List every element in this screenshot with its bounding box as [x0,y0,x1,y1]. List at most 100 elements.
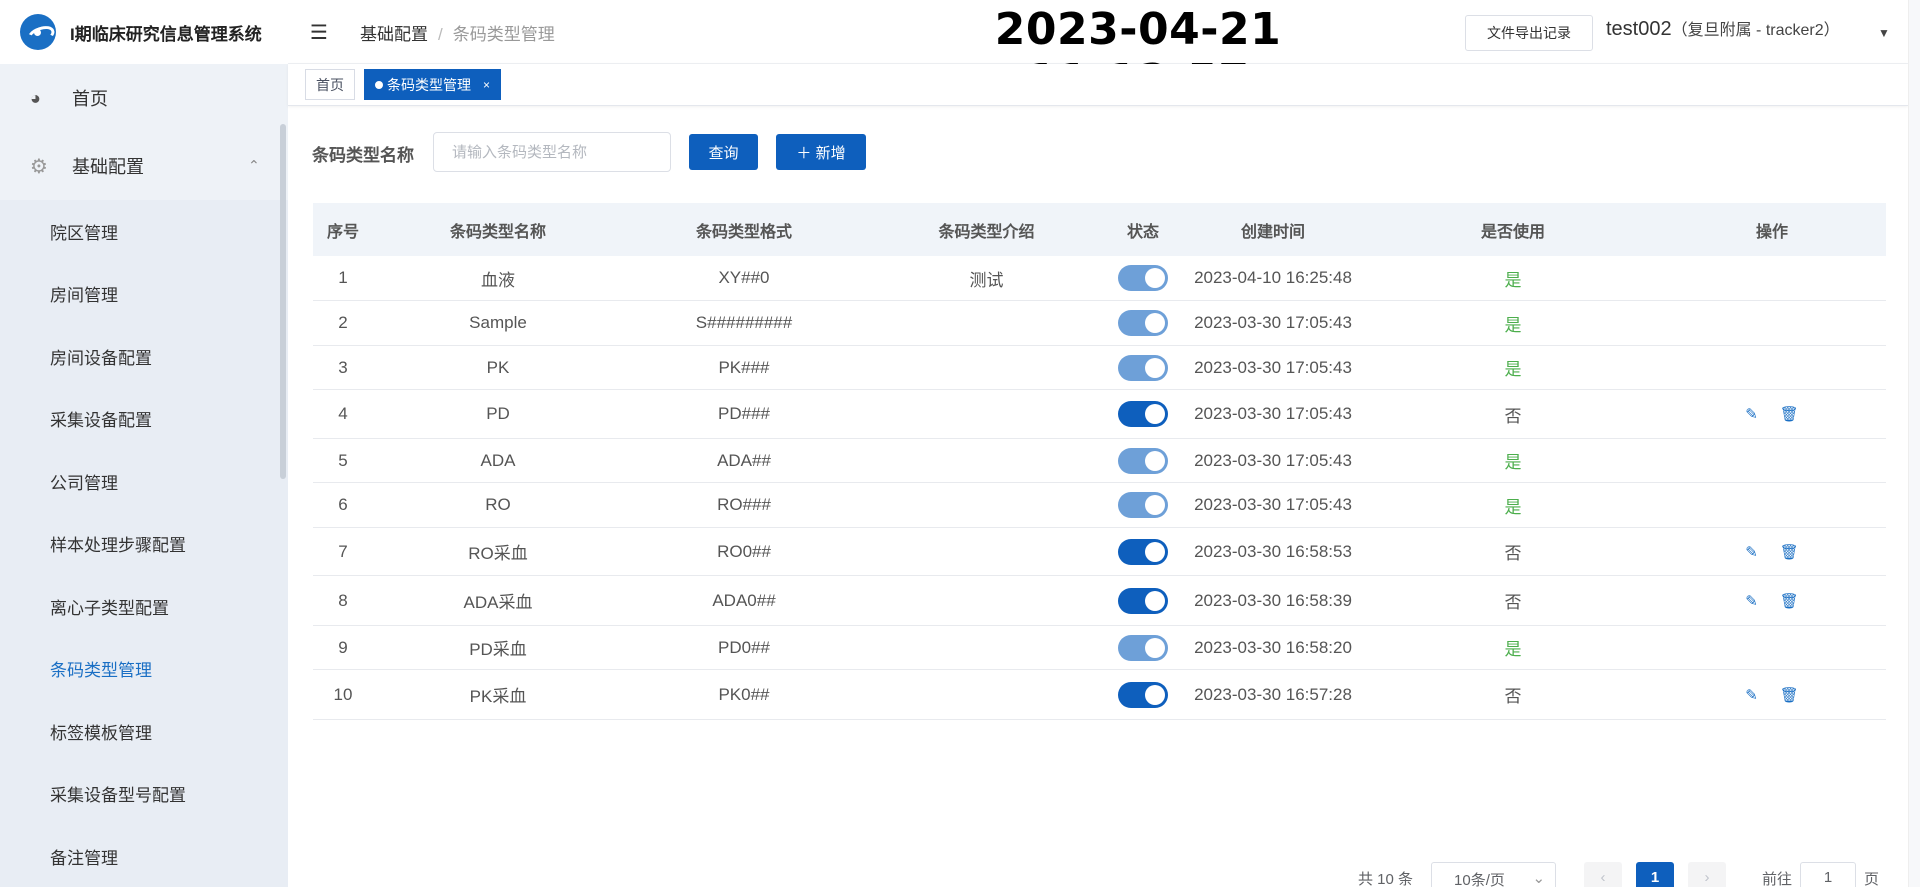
edit-icon[interactable]: ✎ [1745,592,1758,610]
status-toggle[interactable] [1118,587,1168,614]
status-toggle[interactable] [1118,401,1168,427]
status-toggle [1118,492,1168,518]
column-header: 条码类型名称 [449,223,546,241]
breadcrumb-separator: / [438,25,443,44]
active-dot-icon [375,80,383,89]
cell-format: PK0## [718,684,770,704]
filter-label: 条码类型名称 [312,146,414,165]
sidebar-item-label: 院区管理 [50,223,118,243]
breadcrumb-current: 条码类型管理 [452,25,555,44]
breadcrumb-parent[interactable]: 基础配置 [360,25,428,44]
goto-page-input[interactable]: 1 [1800,862,1857,887]
cell-used: 否 [1504,687,1522,706]
cell-created: 2023-03-30 16:57:28 [1194,684,1352,704]
cell-actions: ✎ 🗑 [1658,686,1886,704]
sidebar-item-device-model[interactable]: 采集设备型号配置 [0,763,288,826]
goto-suffix: 页 [1864,870,1880,887]
sidebar-item-home[interactable]: ◕ 首页 [0,64,288,132]
cell-status [1108,265,1178,291]
sidebar-item-label: 标签模板管理 [50,723,152,743]
sidebar-item-collect-device[interactable]: 采集设备配置 [0,388,288,451]
sidebar-item-centrifuge-type[interactable]: 离心子类型配置 [0,575,288,638]
toggle-knob [1145,541,1165,562]
cell-intro: 测试 [969,270,1004,290]
column-header: 是否使用 [1480,223,1545,241]
sidebar-item-barcode-type[interactable]: 条码类型管理 [0,638,288,701]
sidebar-item-room-device[interactable]: 房间设备配置 [0,325,288,388]
cell-format: PD### [718,404,770,423]
toggle-knob [1145,637,1165,658]
delete-icon[interactable]: 🗑 [1780,592,1799,610]
sidebar: I期临床研究信息管理系统 ◕ 首页 ⚙ 基础配置 ⌄ 院区管理 房间管理 房间设… [0,0,288,887]
toggle-knob [1145,684,1165,705]
cell-status [1108,401,1178,427]
status-toggle [1118,447,1168,474]
cell-used: 是 [1504,453,1522,472]
sidebar-item-label: 房间设备配置 [50,348,152,368]
table-row: 7 RO采血 RO0## 2023-03-30 16:58:53 否 ✎ 🗑 [313,528,1886,576]
page-number-button[interactable]: 1 [1636,862,1675,887]
barcode-type-name-input[interactable] [433,132,671,172]
status-toggle [1118,310,1168,336]
table-row: 10 PK采血 PK0## 2023-03-30 16:57:28 否 ✎ 🗑 [313,670,1886,720]
toggle-knob [1145,404,1165,424]
cell-index: 4 [338,404,348,423]
column-header: 操作 [1755,223,1788,241]
table-row: 6 RO RO### 2023-03-30 17:05:43 是 [313,483,1886,528]
edit-icon[interactable]: ✎ [1745,543,1758,561]
chevron-up-icon: ⌄ [248,157,260,173]
sidebar-item-sample-steps[interactable]: 样本处理步骤配置 [0,513,288,576]
sidebar-group-basic-config[interactable]: ⚙ 基础配置 ⌄ [0,132,288,200]
cell-used: 是 [1504,270,1522,290]
user-menu[interactable]: test002（复旦附属 - tracker2） [1606,16,1840,41]
caret-down-icon[interactable]: ▼ [1878,26,1890,40]
toggle-knob [1145,357,1165,378]
cell-created: 2023-03-30 16:58:39 [1194,590,1352,610]
username: test002 [1606,18,1672,40]
cell-format: PK### [718,357,770,377]
breadcrumb: 基础配置 / 条码类型管理 [360,20,555,45]
table-body: 1 血液 XY##0 测试 2023-04-10 16:25:48 是 2 Sample S##… [313,256,1886,720]
query-button[interactable]: 查询 [689,134,758,170]
cell-name: RO采血 [468,544,528,563]
cell-created: 2023-04-10 16:25:48 [1194,268,1352,287]
tag-barcode-type[interactable]: 条码类型管理 × [364,69,502,100]
sidebar-item-campus[interactable]: 院区管理 [0,200,288,263]
next-page-button[interactable]: › [1688,862,1727,887]
cell-index: 7 [338,541,348,561]
cell-format: ADA0## [712,590,776,610]
status-toggle[interactable] [1118,681,1168,708]
add-button[interactable]: ＋ 新增 [776,134,866,170]
status-toggle[interactable] [1118,538,1168,565]
gear-icon: ⚙ [30,155,48,178]
sidebar-item-remarks[interactable]: 备注管理 [0,825,288,887]
edit-icon[interactable]: ✎ [1745,405,1758,423]
tag-home[interactable]: 首页 [305,69,355,100]
edit-icon[interactable]: ✎ [1745,686,1758,704]
column-header: 状态 [1126,223,1159,241]
sidebar-item-company[interactable]: 公司管理 [0,450,288,513]
close-icon[interactable]: × [483,78,490,92]
status-toggle [1118,354,1168,381]
delete-icon[interactable]: 🗑 [1780,405,1799,423]
sidebar-item-room[interactable]: 房间管理 [0,263,288,326]
menu-toggle-icon[interactable]: ☰ [310,20,328,45]
export-records-button[interactable]: 文件导出记录 [1465,15,1593,51]
delete-icon[interactable]: 🗑 [1780,686,1799,704]
status-toggle [1118,634,1168,661]
sidebar-item-label-template[interactable]: 标签模板管理 [0,700,288,763]
cell-used: 是 [1504,497,1522,517]
delete-icon[interactable]: 🗑 [1780,543,1799,561]
prev-page-button[interactable]: ‹ [1584,862,1623,887]
sidebar-scrollbar[interactable] [280,124,286,479]
sidebar-submenu: 院区管理 房间管理 房间设备配置 采集设备配置 公司管理 样本处理步骤配置 离心… [0,200,288,887]
cell-index: 2 [338,313,348,332]
cell-name: PK采血 [469,687,527,706]
page-scrollbar[interactable] [1908,0,1920,887]
top-header: ☰ 基础配置/条码类型管理 2023-04-21 11:12:57 文件导出记录… [288,0,1920,106]
page-size-select[interactable]: 10条/页 ⌄ [1431,862,1557,887]
cell-used: 是 [1504,315,1522,335]
table-row: 3 PK PK### 2023-03-30 17:05:43 是 [313,346,1886,390]
column-header: 条码类型格式 [695,223,792,241]
sidebar-item-label: 离心子类型配置 [50,598,169,618]
